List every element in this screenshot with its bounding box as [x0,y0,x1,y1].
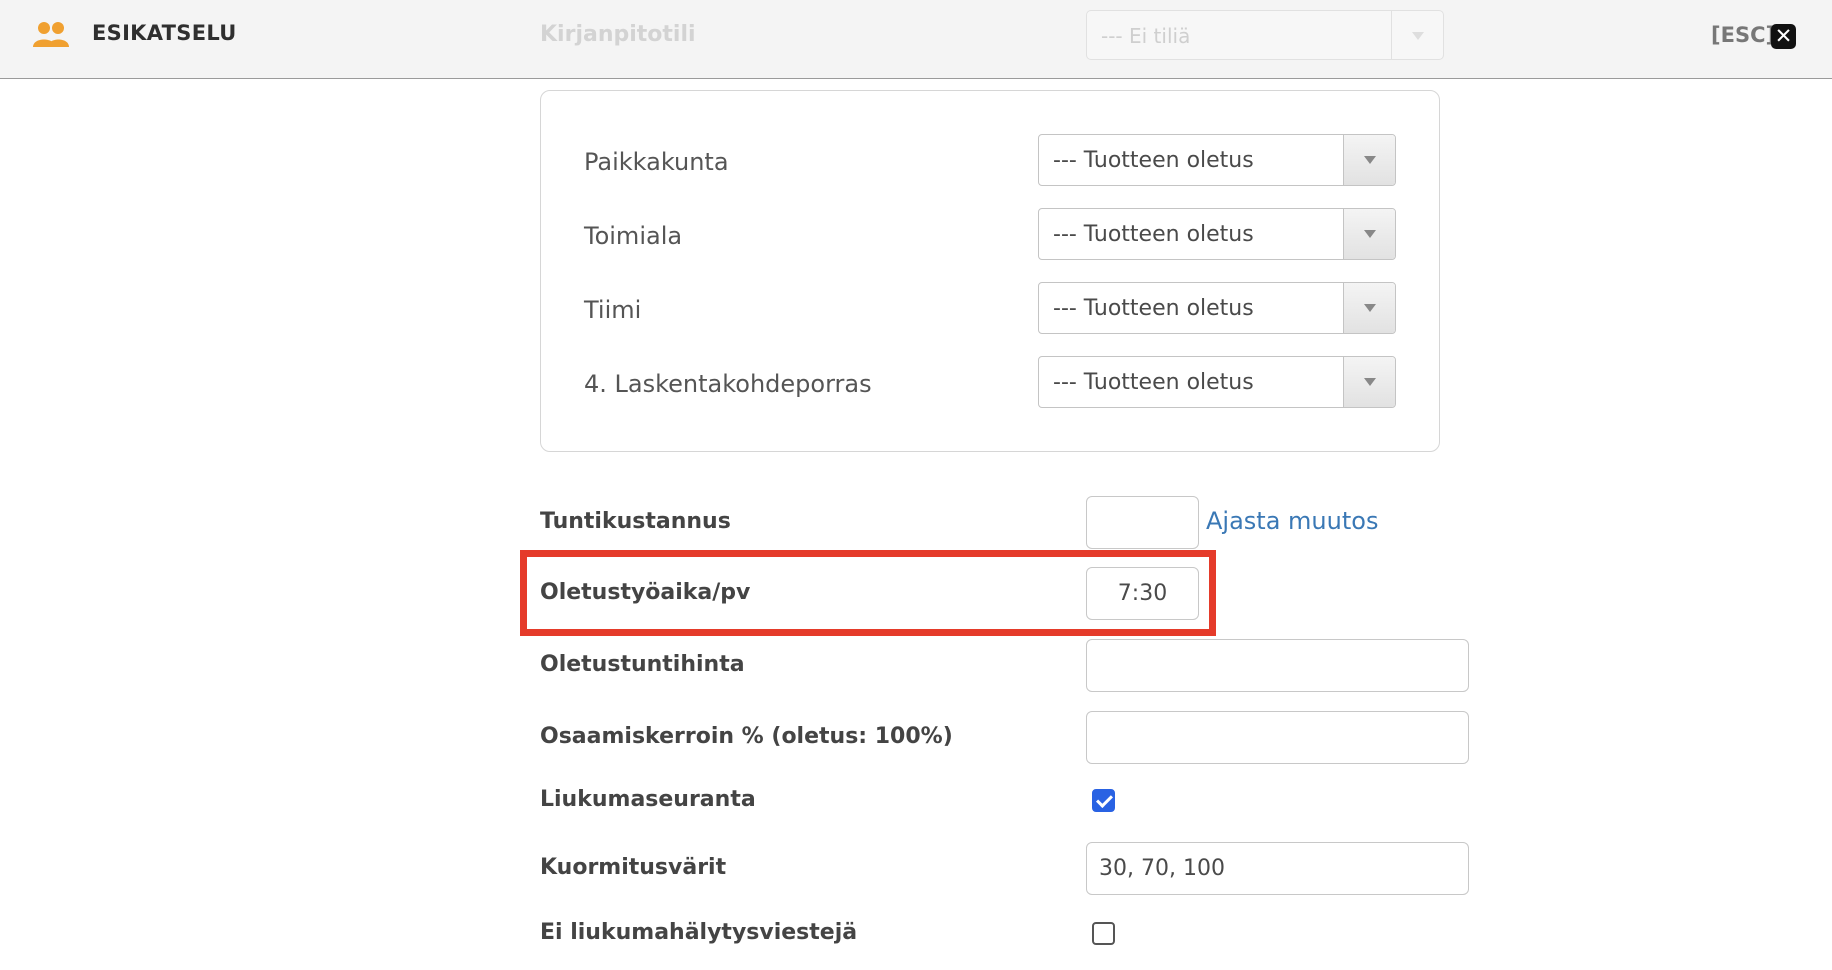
dimension-label-laskentakohdeporras: 4. Laskentakohdeporras [584,370,872,398]
highlight-annotation [520,550,1216,636]
dropdown-arrow [1343,283,1395,333]
dropdown-arrow [1343,357,1395,407]
chevron-down-icon [1364,156,1376,164]
flextime-tracking-checkbox[interactable] [1092,789,1115,812]
default-hourly-price-input[interactable] [1086,639,1469,692]
schedule-change-link[interactable]: Ajasta muutos [1206,507,1378,535]
dropdown-arrow [1343,135,1395,185]
accounting-account-select[interactable]: --- Ei tiliä [1086,10,1444,60]
page-title: ESIKATSELU [92,21,237,45]
skill-factor-input[interactable] [1086,711,1469,764]
dimension-select-value: --- Tuotteen oletus [1053,370,1254,395]
close-icon[interactable]: ✕ [1771,24,1796,49]
dimension-select-toimiala[interactable]: --- Tuotteen oletus [1038,208,1396,260]
dimension-select-tiimi[interactable]: --- Tuotteen oletus [1038,282,1396,334]
hourly-cost-input[interactable] [1086,496,1199,549]
preview-header: ESIKATSELU Kirjanpitotili --- Ei tiliä [… [0,0,1832,79]
skill-factor-label: Osaamiskerroin % (oletus: 100%) [540,724,953,749]
hourly-cost-label: Tuntikustannus [540,509,731,534]
flextime-tracking-label: Liukumaseuranta [540,787,756,812]
dropdown-arrow [1343,209,1395,259]
dropdown-arrow [1391,11,1443,59]
dimension-select-paikkakunta[interactable]: --- Tuotteen oletus [1038,134,1396,186]
dimension-label-tiimi: Tiimi [584,296,642,324]
no-flextime-alerts-checkbox[interactable] [1092,922,1115,945]
accounting-account-value: --- Ei tiliä [1101,24,1191,48]
dimension-select-laskentakohdeporras[interactable]: --- Tuotteen oletus [1038,356,1396,408]
accounting-account-label: Kirjanpitotili [540,22,696,47]
load-colors-input[interactable] [1086,842,1469,895]
dimension-select-value: --- Tuotteen oletus [1053,222,1254,247]
dimension-select-value: --- Tuotteen oletus [1053,148,1254,173]
chevron-down-icon [1364,304,1376,312]
users-icon [33,22,69,47]
esc-hint[interactable]: [ESC] [1711,23,1775,47]
chevron-down-icon [1412,32,1424,40]
chevron-down-icon [1364,378,1376,386]
dimension-label-toimiala: Toimiala [584,222,683,250]
default-hourly-price-label: Oletustuntihinta [540,652,745,677]
chevron-down-icon [1364,230,1376,238]
dimension-select-value: --- Tuotteen oletus [1053,296,1254,321]
dimension-label-paikkakunta: Paikkakunta [584,148,729,176]
no-flextime-alerts-label: Ei liukumahälytysviestejä [540,920,858,945]
load-colors-label: Kuormitusvärit [540,855,727,880]
